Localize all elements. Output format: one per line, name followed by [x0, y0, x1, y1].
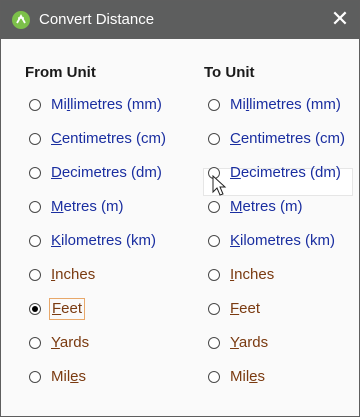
to-option-label[interactable]: Inches: [230, 266, 274, 284]
from-option-5[interactable]: Inches: [25, 263, 175, 289]
label-text: Mil: [230, 368, 250, 385]
label-text: entimetres (cm): [240, 130, 346, 147]
from-option-label[interactable]: Miles: [51, 368, 86, 386]
convert-distance-dialog: Convert Distance ✕ From Unit To Unit Mil…: [0, 0, 360, 417]
to-radio-6[interactable]: [208, 303, 220, 315]
label-text: Mi: [230, 96, 246, 113]
to-option-label[interactable]: Millimetres (mm): [230, 96, 341, 114]
access-key: K: [230, 232, 241, 249]
label-text: nches: [55, 266, 96, 283]
label-text: Mil: [51, 368, 71, 385]
to-option-4[interactable]: Kilometres (km): [204, 229, 354, 255]
to-radio-3[interactable]: [208, 201, 220, 213]
to-option-label[interactable]: Kilometres (km): [230, 232, 335, 250]
window-title: Convert Distance: [39, 11, 155, 28]
from-option-label[interactable]: Decimetres (dm): [51, 164, 162, 182]
access-key: M: [230, 198, 243, 215]
close-button[interactable]: ✕: [329, 7, 351, 31]
label-text: ecimetres (dm): [61, 164, 162, 181]
access-key: M: [51, 198, 64, 215]
from-option-label[interactable]: Inches: [51, 266, 95, 284]
label-text: ilometres (km): [240, 232, 336, 249]
to-option-label[interactable]: Feet: [230, 300, 260, 318]
access-key: D: [230, 164, 241, 181]
to-option-1[interactable]: Centimetres (cm): [204, 127, 354, 153]
to-radio-1[interactable]: [208, 133, 220, 145]
access-key: F: [52, 300, 62, 317]
label-text: eet: [239, 300, 261, 317]
label-text: limetres (mm): [70, 96, 162, 113]
access-key: C: [230, 130, 241, 147]
mouse-cursor-icon: [212, 175, 227, 196]
from-radio-8[interactable]: [29, 371, 41, 383]
to-radio-0[interactable]: [208, 99, 220, 111]
from-option-3[interactable]: Metres (m): [25, 195, 175, 221]
from-option-8[interactable]: Miles: [25, 365, 175, 391]
from-option-label[interactable]: Millimetres (mm): [51, 96, 162, 114]
access-key: C: [51, 130, 62, 147]
to-radio-5[interactable]: [208, 269, 220, 281]
label-text: nches: [234, 266, 275, 283]
access-key: D: [51, 164, 62, 181]
from-option-label[interactable]: Yards: [51, 334, 89, 352]
label-text: ecimetres (dm): [240, 164, 341, 181]
from-option-6[interactable]: Feet: [25, 297, 175, 323]
label-text: etres (m): [63, 198, 124, 215]
label-text: Mi: [51, 96, 67, 113]
from-option-label[interactable]: Metres (m): [51, 198, 124, 216]
access-key: e: [70, 368, 79, 385]
from-radio-5[interactable]: [29, 269, 41, 281]
label-text: s: [78, 368, 87, 385]
label-text: ilometres (km): [61, 232, 157, 249]
to-option-3[interactable]: Metres (m): [204, 195, 354, 221]
label-text: ards: [238, 334, 269, 351]
from-option-label[interactable]: Feet: [48, 298, 86, 320]
to-radio-8[interactable]: [208, 371, 220, 383]
to-option-0[interactable]: Millimetres (mm): [204, 93, 354, 119]
label-text: ards: [59, 334, 90, 351]
to-option-5[interactable]: Inches: [204, 263, 354, 289]
from-radio-0[interactable]: [29, 99, 41, 111]
from-radio-3[interactable]: [29, 201, 41, 213]
to-option-label[interactable]: Centimetres (cm): [230, 130, 345, 148]
to-option-6[interactable]: Feet: [204, 297, 354, 323]
access-key: e: [249, 368, 258, 385]
from-option-4[interactable]: Kilometres (km): [25, 229, 175, 255]
label-text: limetres (mm): [249, 96, 341, 113]
to-option-label[interactable]: Miles: [230, 368, 265, 386]
from-radio-7[interactable]: [29, 337, 41, 349]
from-unit-header: From Unit: [25, 64, 96, 81]
convert-app-icon: [12, 11, 30, 29]
from-radio-6[interactable]: [29, 303, 41, 315]
from-option-label[interactable]: Centimetres (cm): [51, 130, 166, 148]
to-option-label[interactable]: Yards: [230, 334, 268, 352]
from-option-label[interactable]: Kilometres (km): [51, 232, 156, 250]
to-option-8[interactable]: Miles: [204, 365, 354, 391]
access-key: K: [51, 232, 62, 249]
label-text: entimetres (cm): [61, 130, 167, 147]
from-radio-4[interactable]: [29, 235, 41, 247]
from-option-1[interactable]: Centimetres (cm): [25, 127, 175, 153]
from-option-0[interactable]: Millimetres (mm): [25, 93, 175, 119]
to-option-7[interactable]: Yards: [204, 331, 354, 357]
access-key: F: [230, 300, 240, 317]
title-bar: Convert Distance ✕: [1, 1, 359, 39]
to-option-label[interactable]: Decimetres (dm): [230, 164, 341, 182]
access-key: Y: [51, 334, 60, 351]
label-text: eet: [61, 300, 83, 317]
access-key: Y: [230, 334, 239, 351]
from-option-2[interactable]: Decimetres (dm): [25, 161, 175, 187]
to-option-label[interactable]: Metres (m): [230, 198, 303, 216]
to-unit-header: To Unit: [204, 64, 255, 81]
from-radio-2[interactable]: [29, 167, 41, 179]
to-radio-4[interactable]: [208, 235, 220, 247]
label-text: s: [257, 368, 266, 385]
from-radio-1[interactable]: [29, 133, 41, 145]
label-text: etres (m): [242, 198, 303, 215]
from-option-7[interactable]: Yards: [25, 331, 175, 357]
to-radio-7[interactable]: [208, 337, 220, 349]
